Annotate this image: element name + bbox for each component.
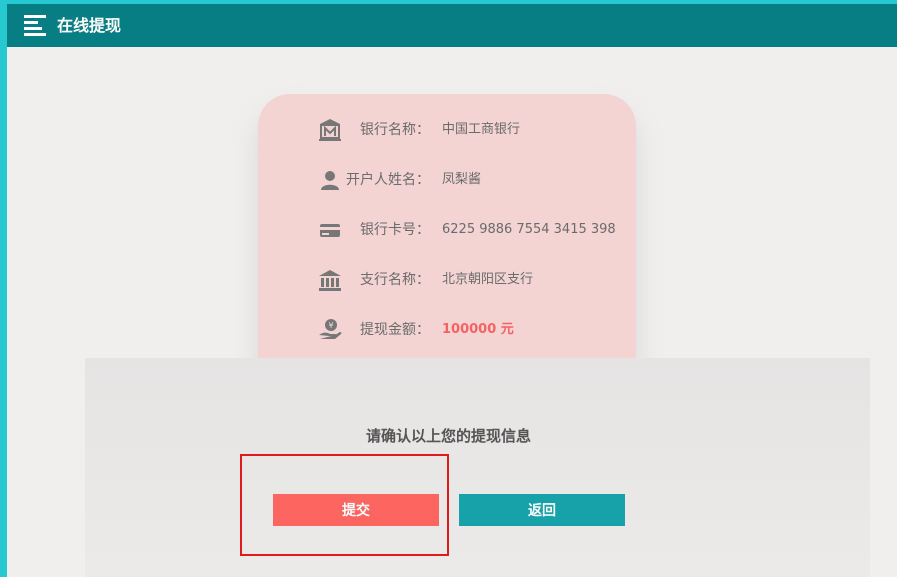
- info-row-branch-name: 支行名称： 北京朝阳区支行: [258, 268, 636, 292]
- withdrawal-info-card: 银行名称： 中国工商银行 开户人姓名： 凤梨酱 银行卡号： 6225 9886 …: [258, 94, 636, 392]
- info-row-card-number: 银行卡号： 6225 9886 7554 3415 398: [258, 218, 636, 242]
- left-accent-border: [0, 0, 7, 577]
- confirm-overlay: [85, 358, 870, 577]
- branch-name-label: 支行名称：: [360, 272, 430, 288]
- page-header: 在线提现: [7, 4, 897, 47]
- bank-name-value: 中国工商银行: [442, 122, 521, 137]
- user-icon: [321, 171, 339, 190]
- account-holder-value: 凤梨酱: [442, 172, 482, 187]
- confirm-message: 请确认以上您的提现信息: [365, 427, 531, 445]
- bank-building-icon: [319, 270, 341, 291]
- amount-value: 100000 元: [442, 322, 514, 337]
- page-title: 在线提现: [57, 16, 122, 35]
- bank-name-label: 银行名称：: [360, 122, 430, 138]
- info-row-bank-name: 银行名称： 中国工商银行: [258, 118, 636, 142]
- card-number-value: 6225 9886 7554 3415 398: [442, 222, 616, 237]
- info-row-account-holder: 开户人姓名： 凤梨酱: [258, 168, 636, 192]
- menu-icon[interactable]: [24, 15, 48, 37]
- highlight-box: [240, 454, 449, 556]
- svg-text:¥: ¥: [328, 321, 333, 330]
- branch-name-value: 北京朝阳区支行: [442, 272, 534, 287]
- account-holder-label: 开户人姓名：: [346, 172, 430, 188]
- back-button[interactable]: 返回: [459, 494, 625, 526]
- card-number-label: 银行卡号：: [360, 222, 430, 238]
- money-hand-icon: ¥: [319, 319, 342, 339]
- bank-logo-icon: [319, 119, 341, 141]
- credit-card-icon: [320, 224, 340, 237]
- info-row-amount: ¥ 提现金额： 100000 元: [258, 318, 636, 342]
- amount-label: 提现金额：: [360, 322, 430, 338]
